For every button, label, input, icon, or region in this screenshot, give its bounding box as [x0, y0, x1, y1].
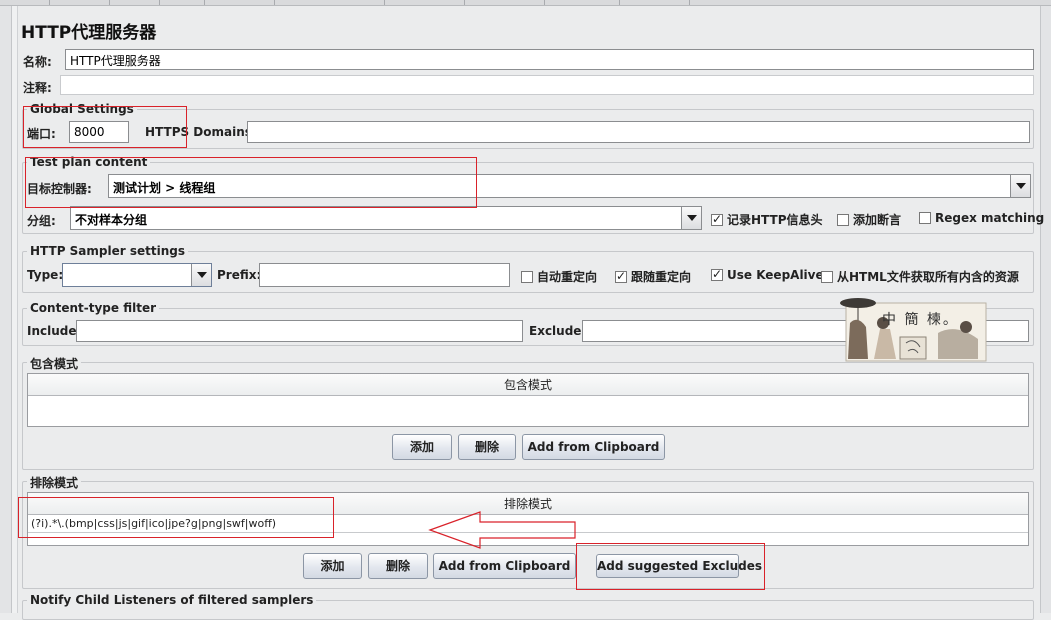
retrieve-resources-checkbox[interactable]: 从HTML文件获取所有内含的资源	[821, 268, 1019, 285]
regex-matching-label: Regex matching	[935, 211, 1045, 225]
record-headers-label: 记录HTTP信息头	[727, 213, 823, 227]
comment-field[interactable]	[60, 75, 1034, 95]
include-patterns-legend: 包含模式	[27, 355, 82, 372]
checkbox-checked-icon[interactable]	[615, 269, 627, 283]
chevron-down-icon[interactable]	[1010, 175, 1030, 197]
exclude-clipboard-button[interactable]: Add from Clipboard	[433, 553, 576, 579]
tree-panel-edge	[0, 6, 12, 613]
checkbox-icon[interactable]	[821, 271, 833, 283]
content-filter-legend: Content-type filter	[27, 301, 159, 315]
annotation-box-target	[25, 157, 477, 208]
exclude-delete-button[interactable]: 删除	[368, 553, 428, 579]
follow-redirect-label: 跟随重定向	[631, 270, 692, 284]
page-title: HTTP代理服务器	[21, 23, 157, 43]
checkbox-checked-icon[interactable]	[711, 267, 723, 281]
sampler-settings-legend: HTTP Sampler settings	[27, 244, 188, 258]
toolbar-strip	[0, 0, 1051, 6]
exclude-patterns-legend: 排除模式	[27, 474, 82, 491]
toolbar-segment[interactable]	[620, 0, 690, 5]
include-delete-button[interactable]: 删除	[458, 434, 516, 460]
include-add-button[interactable]: 添加	[392, 434, 452, 460]
annotation-box-exclude-row	[18, 497, 334, 538]
chevron-down-icon[interactable]	[191, 264, 211, 286]
keepalive-checkbox[interactable]: Use KeepAlive	[711, 267, 824, 282]
watermark-stamp: 中 簡 楝。	[838, 293, 988, 363]
watermark-text: 中 簡 楝。	[882, 312, 959, 328]
add-assertions-checkbox[interactable]: 添加断言	[837, 211, 901, 228]
checkbox-icon[interactable]	[521, 271, 533, 283]
type-label: Type:	[27, 268, 64, 282]
https-domains-field[interactable]	[247, 121, 1030, 143]
toolbar-segment[interactable]	[110, 0, 160, 5]
record-headers-checkbox[interactable]: 记录HTTP信息头	[711, 211, 823, 228]
checkbox-icon[interactable]	[919, 212, 931, 224]
toolbar-segment[interactable]	[205, 0, 275, 5]
notify-legend: Notify Child Listeners of filtered sampl…	[27, 593, 317, 607]
exclude-add-button[interactable]: 添加	[303, 553, 362, 579]
toolbar-segment[interactable]	[275, 0, 385, 5]
checkbox-checked-icon[interactable]	[711, 212, 723, 226]
type-dropdown[interactable]	[62, 263, 212, 287]
toolbar-segment[interactable]	[465, 0, 545, 5]
toolbar-segment[interactable]	[160, 0, 205, 5]
annotation-box-suggested	[576, 543, 765, 590]
checkbox-icon[interactable]	[837, 214, 849, 226]
auto-redirect-label: 自动重定向	[537, 270, 598, 284]
include-patterns-column-header[interactable]: 包含模式	[28, 374, 1028, 396]
toolbar-segment[interactable]	[18, 0, 50, 5]
annotation-box-port	[23, 106, 187, 148]
retrieve-resources-label: 从HTML文件获取所有内含的资源	[837, 270, 1019, 284]
chevron-down-icon[interactable]	[681, 207, 701, 229]
include-clipboard-button[interactable]: Add from Clipboard	[522, 434, 665, 460]
prefix-label: Prefix:	[217, 268, 262, 282]
prefix-field[interactable]	[259, 263, 510, 287]
toolbar-segment[interactable]	[385, 0, 465, 5]
exclude-label: Exclude:	[529, 324, 587, 338]
keepalive-label: Use KeepAlive	[727, 268, 824, 282]
toolbar-segment[interactable]	[50, 0, 110, 5]
grouping-label: 分组:	[27, 214, 56, 228]
name-field[interactable]: HTTP代理服务器	[65, 49, 1034, 70]
annotation-arrow-icon	[428, 511, 576, 549]
auto-redirect-checkbox[interactable]: 自动重定向	[521, 268, 597, 285]
grouping-value: 不对样本分组	[75, 213, 148, 227]
follow-redirect-checkbox[interactable]: 跟随重定向	[615, 268, 691, 285]
scrollbar[interactable]	[1040, 6, 1051, 613]
comment-label: 注释:	[23, 81, 52, 95]
add-assertions-label: 添加断言	[853, 213, 902, 227]
regex-matching-checkbox[interactable]: Regex matching	[919, 211, 1044, 225]
include-patterns-table[interactable]: 包含模式	[27, 373, 1029, 427]
grouping-dropdown[interactable]: 不对样本分组	[70, 206, 702, 230]
toolbar-segment[interactable]	[545, 0, 620, 5]
include-label: Include:	[27, 324, 82, 338]
include-field[interactable]	[76, 320, 523, 342]
name-label: 名称:	[23, 55, 52, 69]
